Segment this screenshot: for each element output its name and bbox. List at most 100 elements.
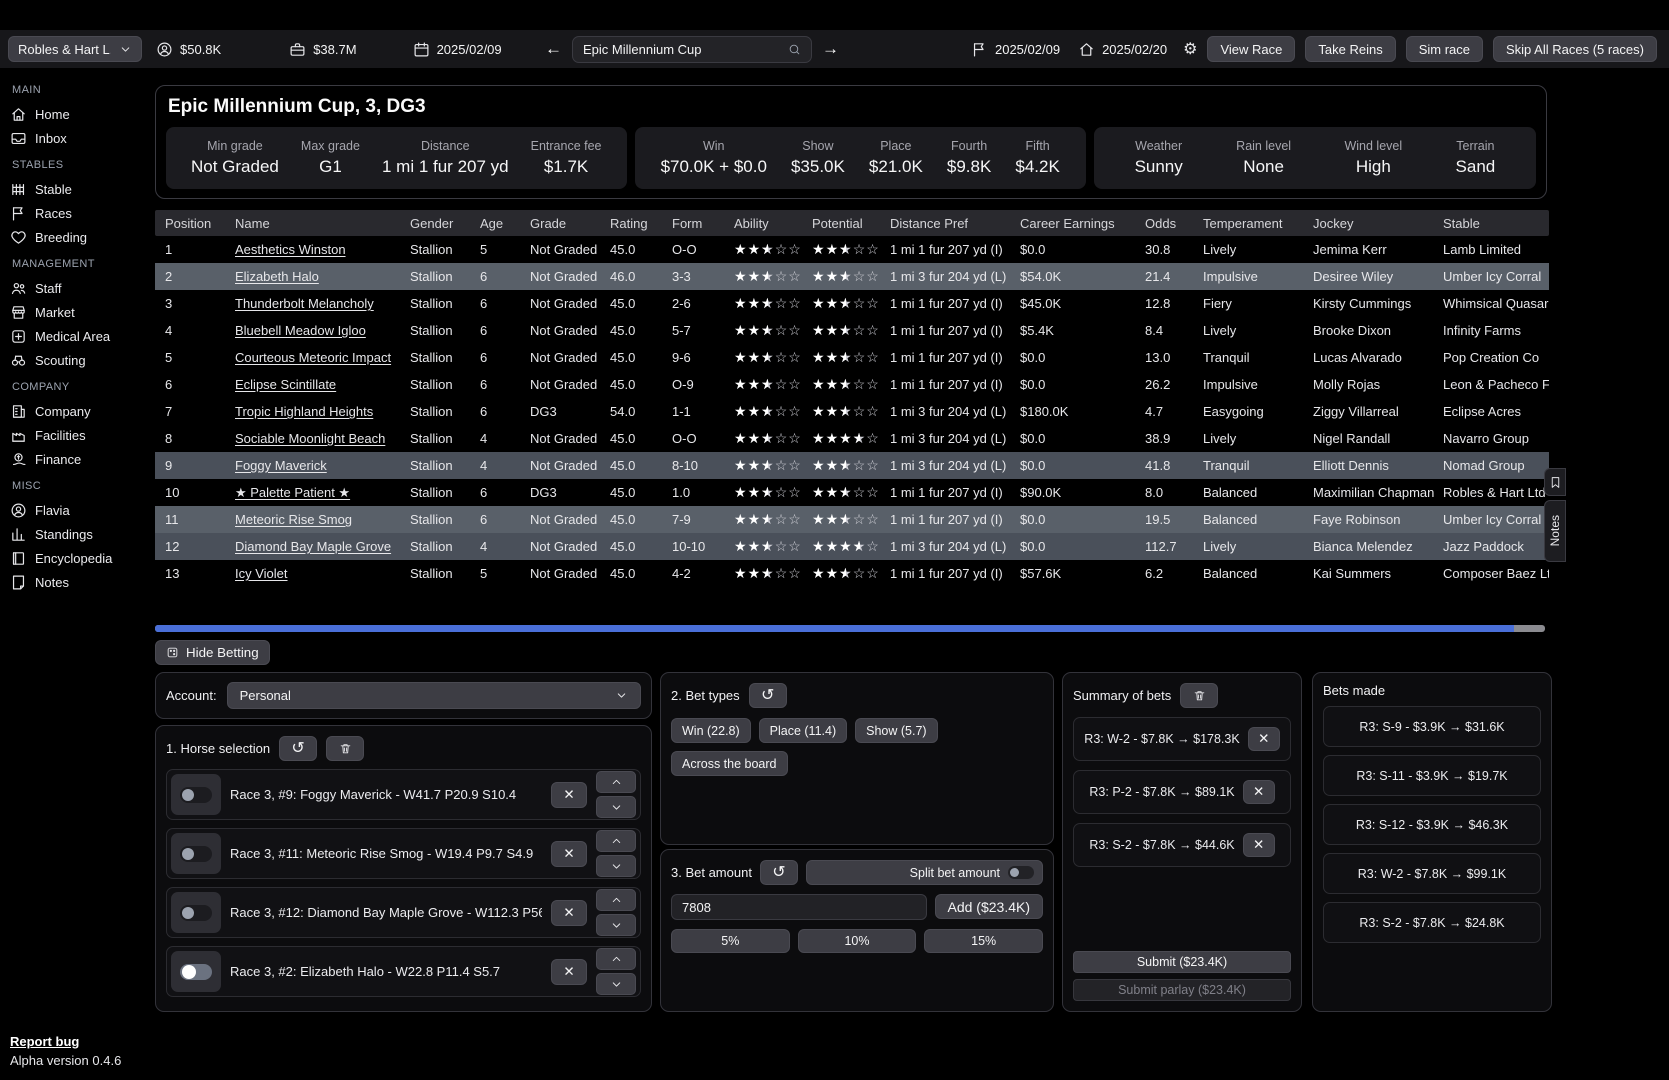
quick-percent-button[interactable]: 15% (924, 929, 1043, 953)
bookmark-tab[interactable] (1544, 468, 1566, 496)
horse-name-link[interactable]: Elizabeth Halo (235, 269, 319, 284)
table-row[interactable]: 4 Bluebell Meadow Igloo Stallion6Not Gra… (155, 317, 1549, 344)
horse-name-link[interactable]: ★ Palette Patient ★ (235, 485, 350, 500)
report-bug-link[interactable]: Report bug (10, 1034, 121, 1049)
horse-toggle[interactable] (171, 774, 221, 815)
quick-percent-button[interactable]: 5% (671, 929, 790, 953)
column-header[interactable]: Form (672, 216, 734, 231)
bet-type-button[interactable]: Across the board (671, 751, 788, 776)
sidebar-item-standings[interactable]: Standings (10, 522, 150, 546)
remove-horse-button[interactable]: ✕ (551, 841, 587, 867)
column-header[interactable]: Rating (610, 216, 672, 231)
race-search[interactable]: Epic Millennium Cup (572, 36, 812, 63)
sidebar-item-flavia[interactable]: Flavia (10, 498, 150, 522)
sidebar-item-staff[interactable]: Staff (10, 276, 150, 300)
bet-amount-input[interactable] (671, 894, 927, 920)
column-header[interactable]: Odds (1145, 216, 1203, 231)
remove-bet-button[interactable]: ✕ (1243, 780, 1275, 804)
table-row[interactable]: 2 Elizabeth Halo Stallion6Not Graded 46.… (155, 263, 1549, 290)
horse-name-link[interactable]: Diamond Bay Maple Grove (235, 539, 391, 554)
horse-toggle[interactable] (171, 892, 221, 933)
table-row[interactable]: 10 ★ Palette Patient ★ Stallion6DG3 45.0… (155, 479, 1549, 506)
move-up-button[interactable] (596, 948, 636, 970)
sim-race-button[interactable]: Sim race (1406, 36, 1483, 62)
column-header[interactable]: Age (480, 216, 530, 231)
sidebar-item-stable[interactable]: Stable (10, 177, 150, 201)
column-header[interactable]: Temperament (1203, 216, 1313, 231)
horse-name-link[interactable]: Bluebell Meadow Igloo (235, 323, 366, 338)
skip-all-races-button[interactable]: Skip All Races (5 races) (1493, 36, 1657, 62)
bet-amount-reset-button[interactable]: ↺ (760, 860, 798, 885)
horse-selection-reset-button[interactable]: ↺ (279, 736, 317, 761)
table-row[interactable]: 1 Aesthetics Winston Stallion5Not Graded… (155, 236, 1549, 263)
notes-side-tab[interactable]: Notes (1544, 500, 1566, 562)
bet-type-button[interactable]: Win (22.8) (671, 718, 751, 743)
table-row[interactable]: 12 Diamond Bay Maple Grove Stallion4Not … (155, 533, 1549, 560)
bet-type-button[interactable]: Show (5.7) (855, 718, 937, 743)
submit-bets-button[interactable]: Submit ($23.4K) (1073, 951, 1291, 973)
column-header[interactable]: Potential (812, 216, 890, 231)
horse-name-link[interactable]: Sociable Moonlight Beach (235, 431, 385, 446)
horse-selection-clear-button[interactable] (326, 736, 364, 761)
split-bet-toggle[interactable]: Split bet amount (806, 860, 1043, 885)
move-up-button[interactable] (596, 889, 636, 911)
hide-betting-button[interactable]: Hide Betting (155, 640, 270, 665)
horse-name-link[interactable]: Aesthetics Winston (235, 242, 346, 257)
account-select[interactable]: Personal (227, 682, 641, 709)
move-up-button[interactable] (596, 771, 636, 793)
table-row[interactable]: 3 Thunderbolt Melancholy Stallion6Not Gr… (155, 290, 1549, 317)
column-header[interactable]: Name (235, 216, 410, 231)
prev-race-button[interactable]: ← (545, 39, 562, 59)
horse-name-link[interactable]: Foggy Maverick (235, 458, 327, 473)
horse-name-link[interactable]: Thunderbolt Melancholy (235, 296, 374, 311)
horse-name-link[interactable]: Eclipse Scintillate (235, 377, 336, 392)
sidebar-item-home[interactable]: Home (10, 102, 150, 126)
column-header[interactable]: Position (165, 216, 235, 231)
take-reins-button[interactable]: Take Reins (1305, 36, 1395, 62)
horse-toggle[interactable] (171, 951, 221, 992)
column-header[interactable]: Grade (530, 216, 610, 231)
summary-clear-button[interactable] (1180, 683, 1218, 708)
sidebar-item-breeding[interactable]: Breeding (10, 225, 150, 249)
horse-toggle[interactable] (171, 833, 221, 874)
remove-horse-button[interactable]: ✕ (551, 900, 587, 926)
table-row[interactable]: 5 Courteous Meteoric Impact Stallion6Not… (155, 344, 1549, 371)
sidebar-item-inbox[interactable]: Inbox (10, 126, 150, 150)
column-header[interactable]: Distance Pref (890, 216, 1020, 231)
submit-parlay-button[interactable]: Submit parlay ($23.4K) (1073, 979, 1291, 1001)
horse-name-link[interactable]: Icy Violet (235, 566, 288, 581)
move-down-button[interactable] (596, 973, 636, 995)
sidebar-item-company[interactable]: Company (10, 399, 150, 423)
move-up-button[interactable] (596, 830, 636, 852)
sidebar-item-encyclopedia[interactable]: Encyclopedia (10, 546, 150, 570)
horse-name-link[interactable]: Courteous Meteoric Impact (235, 350, 391, 365)
sidebar-item-races[interactable]: Races (10, 201, 150, 225)
column-header[interactable]: Career Earnings (1020, 216, 1145, 231)
sidebar-item-notes[interactable]: Notes (10, 570, 150, 594)
column-header[interactable]: Ability (734, 216, 812, 231)
remove-bet-button[interactable]: ✕ (1248, 727, 1280, 751)
sidebar-item-scouting[interactable]: Scouting (10, 348, 150, 372)
sidebar-item-facilities[interactable]: Facilities (10, 423, 150, 447)
table-row[interactable]: 13 Icy Violet Stallion5Not Graded 45.04-… (155, 560, 1549, 587)
column-header[interactable]: Jockey (1313, 216, 1443, 231)
quick-percent-button[interactable]: 10% (798, 929, 917, 953)
table-row[interactable]: 7 Tropic Highland Heights Stallion6DG3 5… (155, 398, 1549, 425)
bet-type-button[interactable]: Place (11.4) (759, 718, 847, 743)
move-down-button[interactable] (596, 914, 636, 936)
horse-name-link[interactable]: Meteoric Rise Smog (235, 512, 352, 527)
sidebar-item-market[interactable]: Market (10, 300, 150, 324)
bet-types-reset-button[interactable]: ↺ (749, 683, 787, 708)
column-header[interactable]: Stable (1443, 216, 1549, 231)
table-row[interactable]: 8 Sociable Moonlight Beach Stallion4Not … (155, 425, 1549, 452)
remove-horse-button[interactable]: ✕ (551, 782, 587, 808)
next-race-button[interactable]: → (822, 39, 839, 59)
add-bet-button[interactable]: Add ($23.4K) (935, 894, 1044, 919)
sidebar-item-medical-area[interactable]: Medical Area (10, 324, 150, 348)
horse-name-link[interactable]: Tropic Highland Heights (235, 404, 373, 419)
sidebar-item-finance[interactable]: Finance (10, 447, 150, 471)
move-down-button[interactable] (596, 855, 636, 877)
table-row[interactable]: 9 Foggy Maverick Stallion4Not Graded 45.… (155, 452, 1549, 479)
move-down-button[interactable] (596, 796, 636, 818)
column-header[interactable]: Gender (410, 216, 480, 231)
